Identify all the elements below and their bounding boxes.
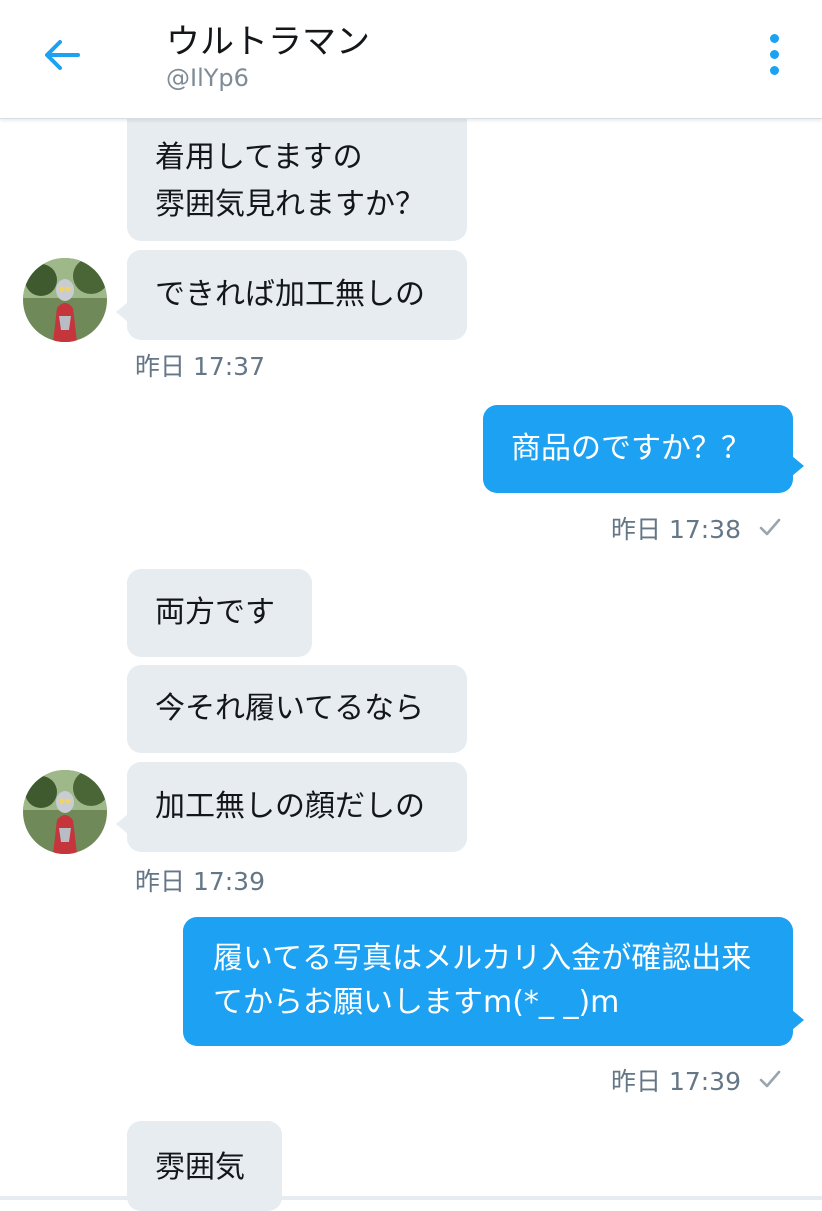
back-arrow-icon <box>45 40 80 70</box>
conversation-header: ウルトラマン @IlYp6 <box>0 0 822 119</box>
avatar[interactable] <box>23 258 107 342</box>
incoming-bubble-tail <box>116 814 128 834</box>
more-options-button[interactable] <box>760 34 790 76</box>
message-timestamp: 昨日 17:37 <box>135 352 265 381</box>
message-text: 商品のですか？？ <box>511 431 751 466</box>
outgoing-message-bubble[interactable]: 履いてる写真はメルカリ入金が確認出来てからお願いしますm(*_ _)m <box>183 917 793 1046</box>
message-timestamp: 昨日 17:39 <box>135 867 265 896</box>
more-vertical-icon-dot <box>770 66 779 75</box>
outgoing-bubble-tail <box>792 1010 804 1030</box>
message-timestamp: 昨日 17:38 <box>611 515 741 544</box>
incoming-message-bubble[interactable]: 着用してますの 雰囲気見れますか？ <box>127 104 467 241</box>
incoming-bubble-tail <box>116 302 128 322</box>
more-vertical-icon <box>770 34 779 43</box>
message-text: 雰囲気 <box>155 1150 245 1185</box>
message-text: 今それ履いてるなら <box>155 691 425 726</box>
conversation-title: ウルトラマン <box>166 22 370 62</box>
message-timestamp: 昨日 17:39 <box>611 1067 741 1096</box>
message-text: 加工無しの顔だしの <box>155 789 425 824</box>
message-text: 着用してますの 雰囲気見れますか？ <box>155 140 425 222</box>
more-vertical-icon-dot <box>770 50 779 59</box>
message-text: できれば加工無しの <box>155 277 425 312</box>
back-button[interactable] <box>38 30 88 80</box>
incoming-message-bubble[interactable]: できれば加工無しの <box>127 250 467 340</box>
checkmark-icon <box>759 518 781 536</box>
checkmark-icon <box>759 1070 781 1088</box>
incoming-message-bubble[interactable]: 加工無しの顔だしの <box>127 762 467 852</box>
outgoing-message-bubble[interactable]: 商品のですか？？ <box>483 405 793 493</box>
outgoing-bubble-tail <box>792 456 804 476</box>
message-text: 両方です <box>155 595 275 630</box>
conversation-handle: @IlYp6 <box>166 64 249 92</box>
incoming-message-bubble[interactable]: 両方です <box>127 569 312 657</box>
avatar[interactable] <box>23 770 107 854</box>
composer-divider <box>0 1196 822 1200</box>
incoming-message-bubble[interactable]: 今それ履いてるなら <box>127 665 467 753</box>
message-text: 履いてる写真はメルカリ入金が確認出来てからお願いしますm(*_ _)m <box>213 941 752 1020</box>
